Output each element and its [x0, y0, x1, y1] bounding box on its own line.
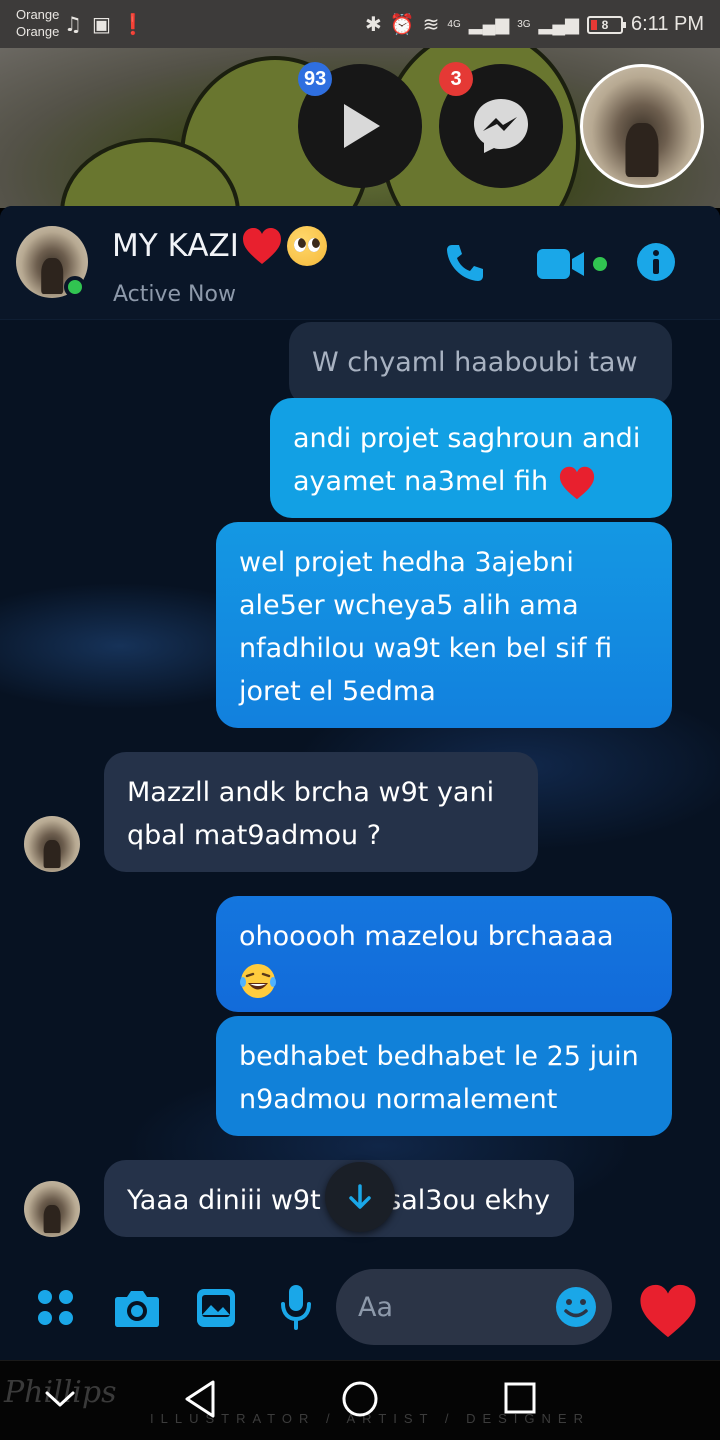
chat-window: MY KAZI Active Now W chyaml haaboubi taw… — [0, 206, 720, 1360]
clock: 6:11 PM — [631, 13, 704, 35]
messenger-icon — [474, 99, 528, 153]
carrier-1: Orange — [16, 7, 60, 22]
pleading-face-icon — [286, 226, 327, 266]
photo-figure — [43, 840, 61, 868]
gallery-icon[interactable] — [196, 1288, 236, 1328]
system-navigation-bar: Phillips ILLUSTRATOR / ARTIST / DESIGNER — [0, 1360, 720, 1440]
message-sent[interactable]: bedhabet bedhabet le 25 juin n9admou nor… — [216, 1016, 672, 1136]
heart-reaction-button[interactable] — [636, 1282, 700, 1340]
play-icon — [344, 104, 380, 148]
contact-name[interactable]: MY KAZI — [112, 226, 327, 266]
status-icons: ✱ ⏰ ≋ 4G ▂▄▆ 3G ▂▄▆ 8 6:11 PM — [365, 12, 704, 37]
message-sent[interactable]: andi projet saghroun andi ayamet na3mel … — [270, 398, 672, 518]
back-icon[interactable] — [183, 1379, 217, 1419]
tears-of-joy-icon — [240, 963, 276, 998]
message-composer — [0, 1252, 720, 1360]
message-input[interactable] — [358, 1269, 548, 1345]
microphone-icon[interactable] — [280, 1284, 312, 1330]
chat-head-badge: 93 — [298, 62, 333, 96]
message-text: bedhabet bedhabet le 25 juin n9admou nor… — [239, 1041, 639, 1115]
video-call-icon[interactable] — [536, 244, 612, 284]
signal-1-icon: ▂▄▆ — [468, 14, 510, 34]
network-2-label: 3G — [517, 19, 531, 30]
phone-icon[interactable] — [444, 242, 486, 284]
message-text: Mazzll andk brcha w9t yani qbal mat9admo… — [127, 777, 495, 851]
online-indicator — [64, 276, 86, 298]
contact-name-text: MY KAZI — [112, 228, 239, 264]
carrier-labels: Orange Orange — [16, 6, 59, 40]
message-sent[interactable]: ohooooh mazelou brchaaaa — [216, 896, 672, 1012]
more-apps-icon[interactable] — [36, 1288, 76, 1328]
emoji-icon[interactable] — [555, 1286, 597, 1328]
signal-2-icon: ▂▄▆ — [538, 14, 579, 34]
photo-figure — [41, 258, 63, 294]
battery-level: 8 — [601, 17, 609, 32]
message-received[interactable]: W chyaml haaboubi taw — [289, 322, 672, 406]
activity-icon: ▣ — [91, 12, 111, 36]
alarm-icon: ⏰ — [389, 14, 415, 36]
message-text-start: Yaaa diniii w9t — [127, 1185, 321, 1216]
arrow-down-icon — [349, 1184, 371, 1209]
home-icon[interactable] — [340, 1379, 380, 1419]
red-heart-icon — [242, 228, 281, 264]
photo-figure — [43, 1205, 61, 1233]
active-status: Active Now — [113, 282, 236, 307]
message-text-end: sal3ou ekhy — [387, 1185, 550, 1216]
recent-apps-icon[interactable] — [503, 1381, 537, 1415]
status-bar: Orange Orange ♫ ▣ ❗ ✱ ⏰ ≋ 4G ▂▄▆ 3G ▂▄▆ … — [0, 0, 720, 48]
photo-figure — [625, 122, 659, 177]
camera-icon[interactable] — [114, 1288, 160, 1328]
carrier-2: Orange — [16, 24, 60, 39]
message-received[interactable]: Mazzll andk brcha w9t yani qbal mat9admo… — [104, 752, 538, 872]
scroll-to-bottom-button[interactable] — [325, 1162, 395, 1232]
message-text: ohooooh mazelou brchaaaa — [239, 921, 614, 952]
contact-avatar-small[interactable] — [24, 816, 80, 872]
bluetooth-icon: ✱ — [364, 14, 382, 36]
message-text: wel projet hedha 3ajebni ale5er wcheya5 … — [239, 547, 613, 707]
info-icon[interactable] — [636, 242, 676, 282]
chat-head-badge: 3 — [439, 62, 473, 96]
message-sent[interactable]: wel projet hedha 3ajebni ale5er wcheya5 … — [216, 522, 672, 728]
music-note-icon: ♫ — [64, 12, 82, 36]
chevron-down-icon[interactable] — [44, 1389, 76, 1409]
wifi-icon: ≋ — [422, 14, 440, 36]
chat-head-contact-photo[interactable] — [580, 64, 704, 188]
contact-avatar-small[interactable] — [24, 1181, 80, 1237]
red-heart-icon — [559, 466, 594, 499]
alert-icon: ❗ — [120, 12, 146, 36]
chat-header: MY KAZI Active Now — [0, 206, 720, 320]
notification-icons: ♫ ▣ ❗ — [64, 14, 146, 34]
message-text: W chyaml haaboubi taw — [312, 347, 638, 378]
network-1-label: 4G — [447, 19, 461, 30]
battery-icon: 8 — [587, 15, 626, 34]
chat-head-video[interactable]: 93 — [298, 62, 422, 188]
message-input-container — [336, 1269, 612, 1345]
chat-head-messenger[interactable]: 3 — [439, 62, 563, 188]
